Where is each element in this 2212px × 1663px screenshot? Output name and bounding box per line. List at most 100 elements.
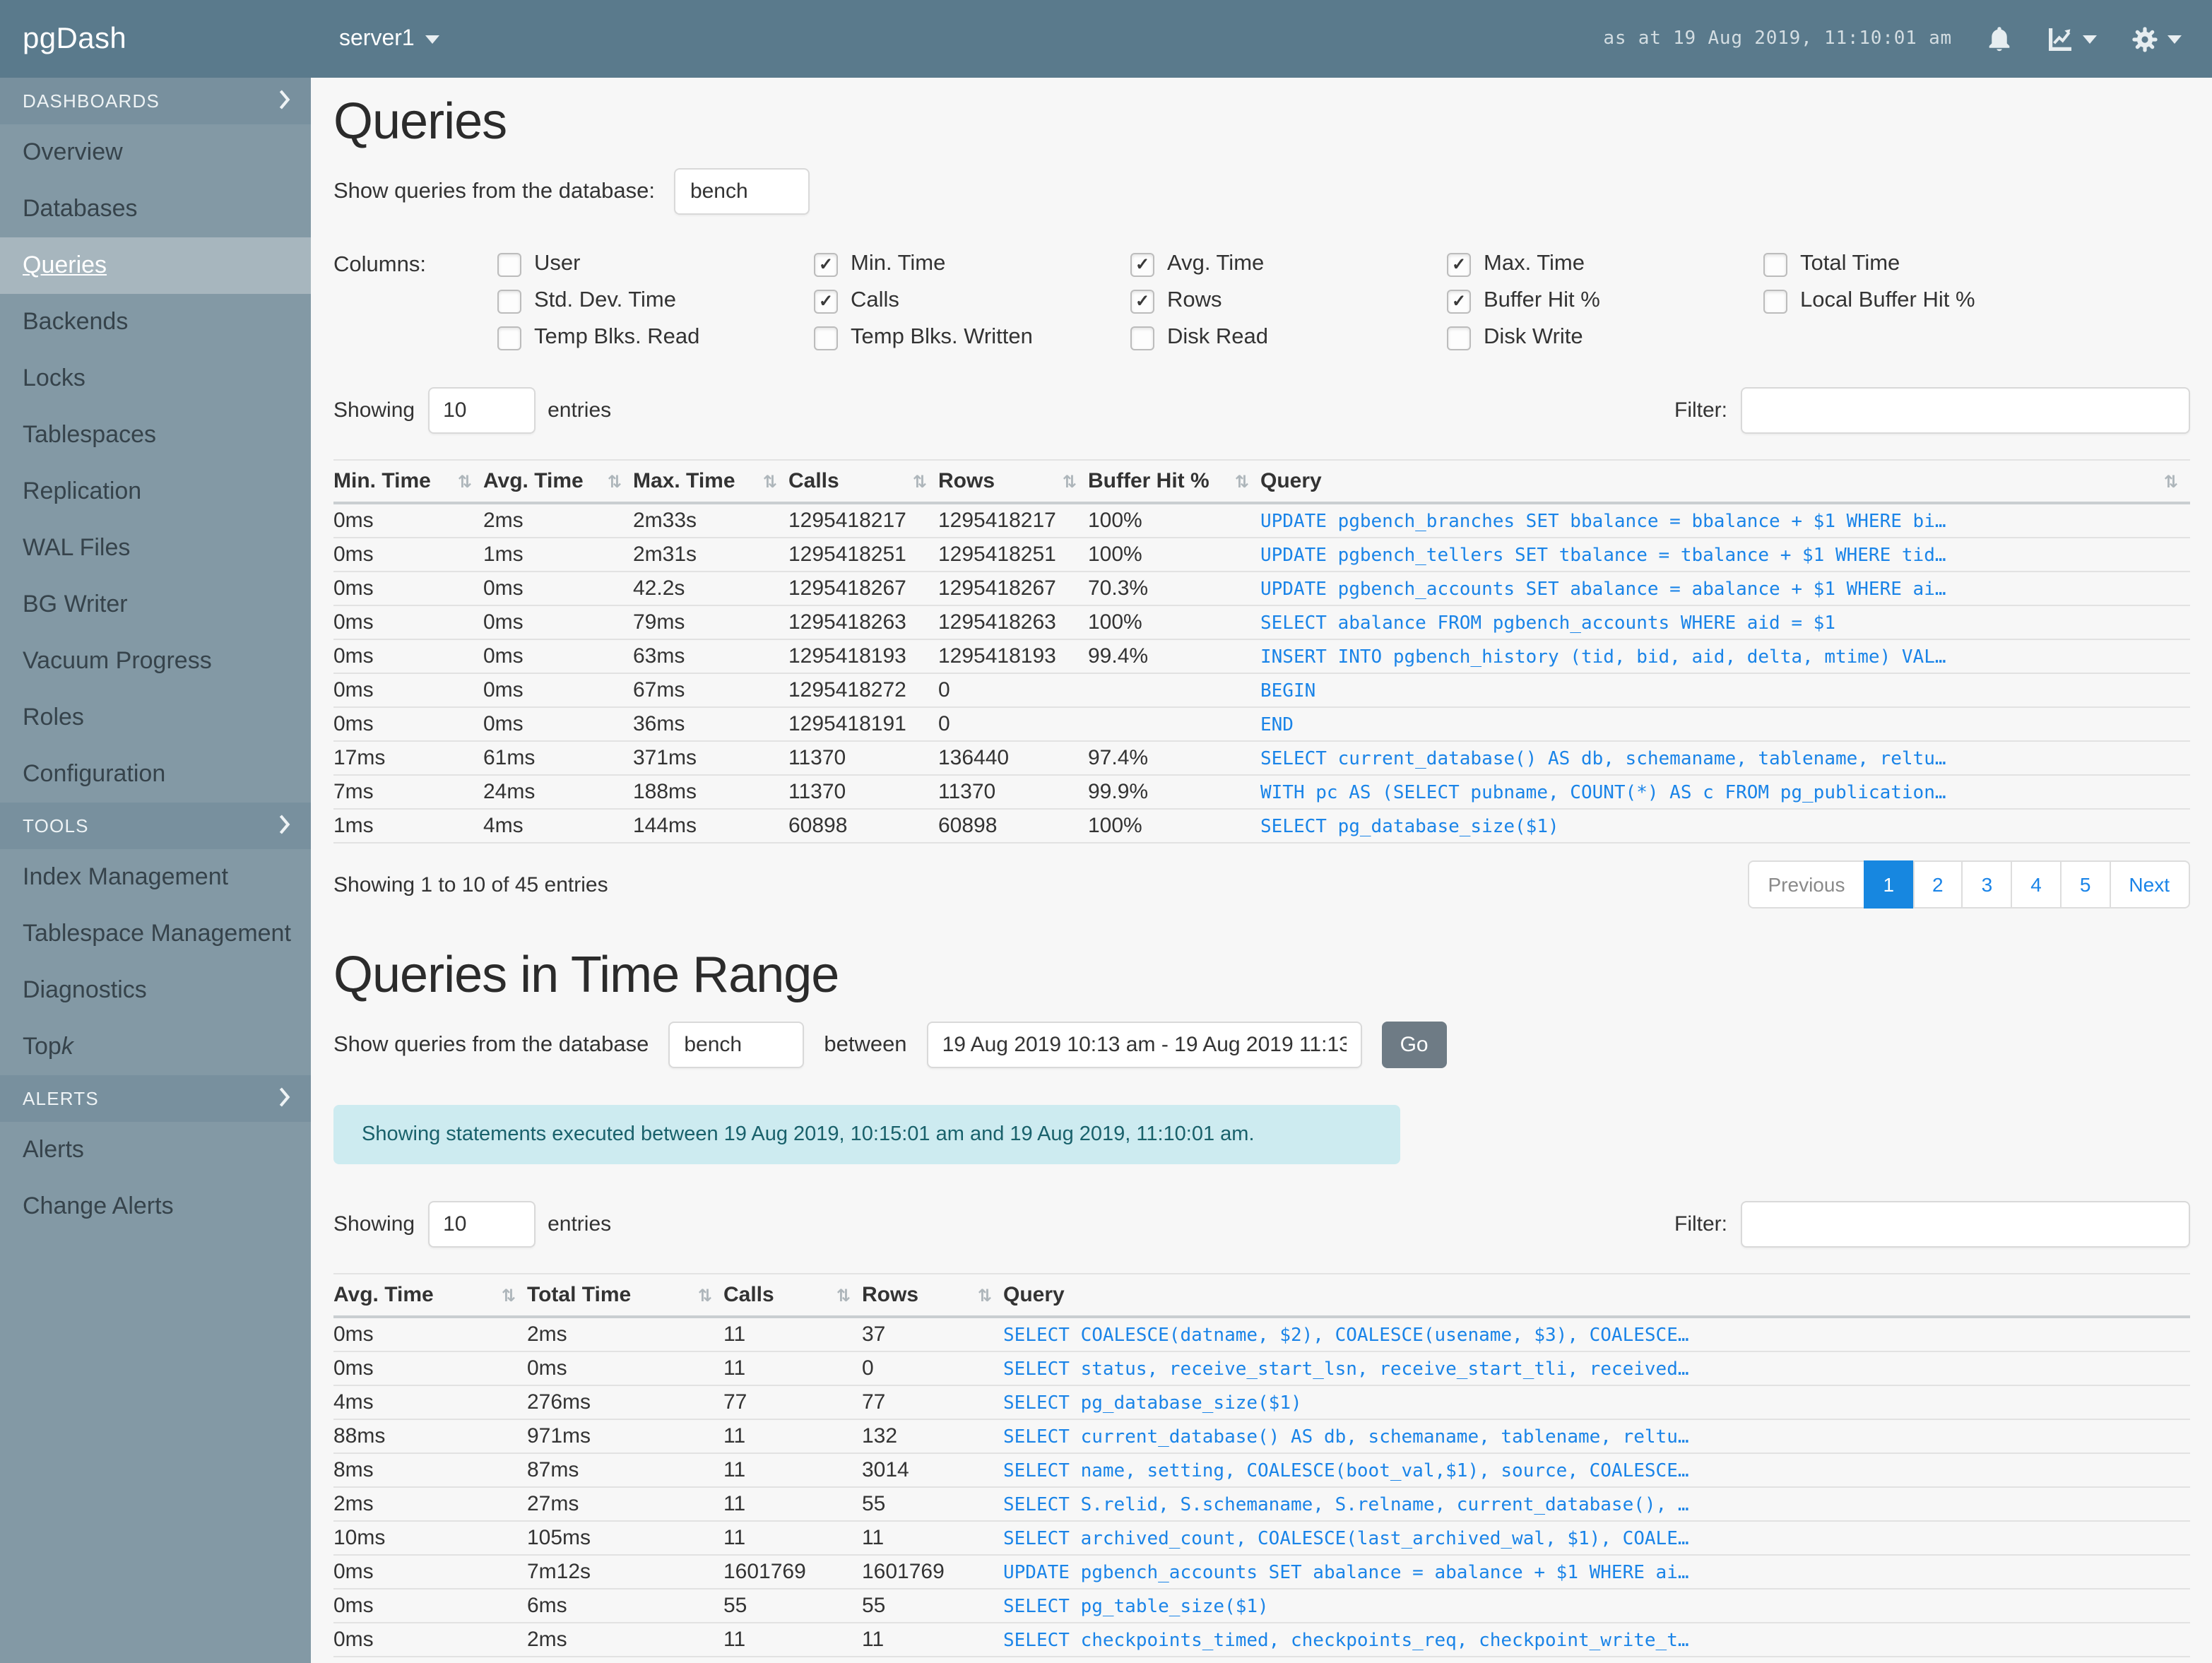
checkbox[interactable]: ✓	[1447, 326, 1471, 350]
query-link[interactable]: UPDATE pgbench_branches SET bbalance = b…	[1260, 511, 1946, 533]
sidebar-item[interactable]: Overview	[0, 124, 311, 181]
go-button[interactable]: Go	[1381, 1022, 1447, 1068]
brand-logo[interactable]: pgDash	[0, 22, 311, 56]
column-header-query[interactable]: ⇅ Query	[1260, 459, 2189, 504]
pagination-page[interactable]: 1	[1863, 860, 1915, 909]
settings-menu-button[interactable]	[2130, 25, 2181, 53]
query-link[interactable]: BEGIN	[1260, 681, 1315, 702]
filter-input[interactable]	[1740, 387, 2189, 434]
time-range-input[interactable]	[926, 1022, 1362, 1068]
column-checkbox-option[interactable]: ✓ Disk Read	[1130, 325, 1447, 350]
column-checkbox-option[interactable]: ✓ Total Time	[1763, 251, 2080, 277]
sidebar-item[interactable]: BG Writer	[0, 576, 311, 633]
checkbox[interactable]: ✓	[497, 289, 521, 313]
filter-input[interactable]	[1740, 1201, 2189, 1248]
query-link[interactable]: UPDATE pgbench_accounts SET abalance = a…	[1260, 579, 1946, 600]
checkbox[interactable]: ✓	[1763, 252, 1787, 276]
column-checkbox-option[interactable]: ✓ Calls	[814, 288, 1130, 314]
query-link[interactable]: SELECT abalance FROM pgbench_accounts WH…	[1260, 613, 1835, 634]
column-checkbox-option[interactable]: ✓ Std. Dev. Time	[497, 288, 814, 314]
column-header-rows[interactable]: ⇅ Rows	[862, 1273, 1003, 1318]
checkbox[interactable]: ✓	[1130, 326, 1154, 350]
pagination-page[interactable]: 2	[1912, 860, 1963, 909]
column-checkbox-option[interactable]: ✓ Local Buffer Hit %	[1763, 288, 2080, 314]
column-header-rows[interactable]: ⇅ Rows	[938, 459, 1088, 504]
page-size-input[interactable]	[427, 1201, 536, 1248]
sidebar-item[interactable]: Vacuum Progress	[0, 633, 311, 690]
query-link[interactable]: SELECT pg_table_size($1)	[1003, 1597, 1269, 1618]
query-link[interactable]: WITH pc AS (SELECT pubname, COUNT(*) AS …	[1260, 783, 1946, 804]
query-link[interactable]: SELECT pg_database_size($1)	[1260, 817, 1559, 838]
sidebar-item[interactable]: WAL Files	[0, 520, 311, 576]
checkbox[interactable]: ✓	[1447, 289, 1471, 313]
sidebar-section-dashboards[interactable]: DASHBOARDS	[0, 78, 311, 124]
sidebar-item[interactable]: Roles	[0, 690, 311, 746]
sidebar-item[interactable]: Locks	[0, 350, 311, 407]
server-selector[interactable]: server1	[339, 26, 440, 52]
checkbox[interactable]: ✓	[814, 326, 838, 350]
sidebar-item[interactable]: Change Alerts	[0, 1178, 311, 1235]
sidebar-item[interactable]: Alerts	[0, 1122, 311, 1178]
column-checkbox-option[interactable]: ✓ Min. Time	[814, 251, 1130, 277]
query-link[interactable]: UPDATE pgbench_accounts SET abalance = a…	[1003, 1563, 1689, 1584]
checkbox[interactable]: ✓	[814, 289, 838, 313]
column-header-query[interactable]: Query	[1003, 1273, 2189, 1318]
query-link[interactable]: SELECT pg_database_size($1)	[1003, 1393, 1302, 1414]
column-header-min-time[interactable]: ⇅ Min. Time	[333, 459, 483, 504]
pagination-previous[interactable]: Previous	[1748, 860, 1865, 909]
query-link[interactable]: SELECT current_database() AS db, scheman…	[1003, 1427, 1689, 1448]
query-link[interactable]: UPDATE pgbench_tellers SET tbalance = tb…	[1260, 545, 1946, 567]
query-link[interactable]: SELECT archived_count, COALESCE(last_arc…	[1003, 1529, 1689, 1550]
notifications-button[interactable]	[1986, 25, 2011, 52]
query-link[interactable]: INSERT INTO pgbench_history (tid, bid, a…	[1260, 647, 1946, 668]
pagination-page[interactable]: 4	[2011, 860, 2062, 909]
pagination-next[interactable]: Next	[2109, 860, 2189, 909]
column-checkbox-option[interactable]: ✓ Disk Write	[1447, 325, 1763, 350]
sidebar-item[interactable]: Queries	[0, 237, 311, 294]
sidebar-item[interactable]: Tablespaces	[0, 407, 311, 463]
sidebar-item[interactable]: Index Management	[0, 849, 311, 906]
sidebar-section-tools[interactable]: TOOLS	[0, 803, 311, 849]
page-size-input[interactable]	[427, 387, 536, 434]
query-link[interactable]: SELECT current_database() AS db, scheman…	[1260, 749, 1946, 770]
sidebar-item[interactable]: Tablespace Management	[0, 906, 311, 962]
range-database-input[interactable]	[668, 1022, 805, 1068]
query-link[interactable]: END	[1260, 715, 1294, 736]
column-header-calls[interactable]: ⇅ Calls	[723, 1273, 862, 1318]
query-link[interactable]: SELECT COALESCE(datname, $2), COALESCE(u…	[1003, 1325, 1689, 1347]
column-header-max-time[interactable]: ⇅ Max. Time	[633, 459, 788, 504]
query-link[interactable]: SELECT name, setting, COALESCE(boot_val,…	[1003, 1461, 1689, 1482]
column-header-total-time[interactable]: ⇅ Total Time	[527, 1273, 723, 1318]
query-link[interactable]: SELECT checkpoints_timed, checkpoints_re…	[1003, 1631, 1689, 1652]
column-header-avg-time[interactable]: ⇅ Avg. Time	[333, 1273, 527, 1318]
query-link[interactable]: SELECT S.relid, S.schemaname, S.relname,…	[1003, 1495, 1689, 1516]
pagination-page[interactable]: 5	[2059, 860, 2111, 909]
checkbox[interactable]: ✓	[1130, 289, 1154, 313]
column-checkbox-option[interactable]: ✓ Temp Blks. Read	[497, 325, 814, 350]
sidebar-item[interactable]: Databases	[0, 181, 311, 237]
checkbox[interactable]: ✓	[1130, 252, 1154, 276]
query-link[interactable]: SELECT status, receive_start_lsn, receiv…	[1003, 1359, 1689, 1380]
charts-menu-button[interactable]	[2045, 25, 2096, 53]
pagination-page[interactable]: 3	[1961, 860, 2013, 909]
column-checkbox-option[interactable]: ✓ Avg. Time	[1130, 251, 1447, 277]
column-checkbox-option[interactable]: ✓ Rows	[1130, 288, 1447, 314]
column-checkbox-option[interactable]: ✓ Temp Blks. Written	[814, 325, 1130, 350]
sidebar-item[interactable]: Backends	[0, 294, 311, 350]
column-checkbox-option[interactable]: ✓ Max. Time	[1447, 251, 1763, 277]
sidebar-section-alerts[interactable]: ALERTS	[0, 1075, 311, 1122]
column-checkbox-option[interactable]: ✓ Buffer Hit %	[1447, 288, 1763, 314]
checkbox[interactable]: ✓	[1763, 289, 1787, 313]
column-header-avg-time[interactable]: ⇅ Avg. Time	[483, 459, 633, 504]
sidebar-item[interactable]: Configuration	[0, 746, 311, 803]
column-checkbox-option[interactable]: ✓ User	[497, 251, 814, 277]
sidebar-item[interactable]: Replication	[0, 463, 311, 520]
checkbox[interactable]: ✓	[497, 252, 521, 276]
column-header-calls[interactable]: ⇅ Calls	[788, 459, 938, 504]
checkbox[interactable]: ✓	[1447, 252, 1471, 276]
sidebar-item[interactable]: Top k	[0, 1019, 311, 1075]
checkbox[interactable]: ✓	[497, 326, 521, 350]
column-header-buffer-hit[interactable]: ⇅ Buffer Hit %	[1088, 459, 1260, 504]
sidebar-item[interactable]: Diagnostics	[0, 962, 311, 1019]
database-input[interactable]	[674, 168, 810, 215]
